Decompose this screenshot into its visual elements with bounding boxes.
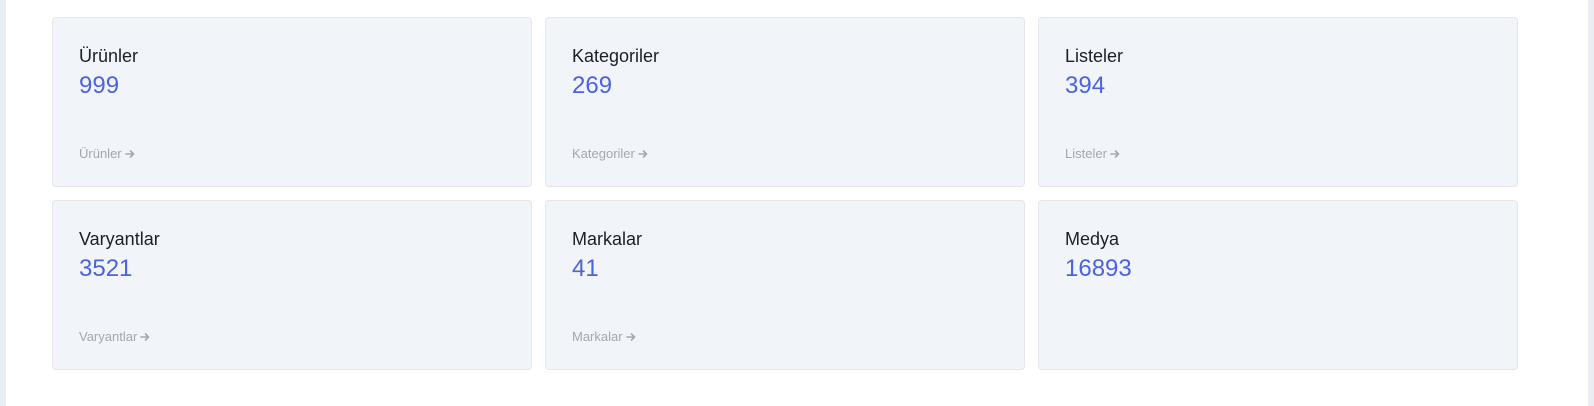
lists-link[interactable]: Listeler — [1065, 146, 1120, 161]
card-title: Ürünler — [79, 46, 139, 66]
dashboard-panel: Ürünler 999 Ürünler Kategoriler 269 Kate… — [6, 0, 1588, 406]
arrow-right-icon — [124, 149, 134, 158]
stat-card-brands: Markalar 41 Markalar — [545, 200, 1025, 370]
card-title: Varyantlar — [79, 229, 160, 249]
arrow-right-icon — [625, 332, 635, 341]
link-label: Markalar — [572, 329, 623, 344]
arrow-right-icon — [140, 332, 150, 341]
stat-card-variants: Varyantlar 3521 Varyantlar — [52, 200, 532, 370]
brands-link[interactable]: Markalar — [572, 329, 636, 344]
arrow-right-icon — [638, 149, 648, 158]
card-count: 16893 — [1065, 255, 1132, 282]
stat-card-lists: Listeler 394 Listeler — [1038, 17, 1518, 187]
stats-grid: Ürünler 999 Ürünler Kategoriler 269 Kate… — [52, 17, 1518, 370]
card-count: 269 — [572, 72, 613, 99]
link-label: Kategoriler — [572, 146, 635, 161]
products-link[interactable]: Ürünler — [79, 146, 135, 161]
card-title: Listeler — [1065, 46, 1124, 66]
stat-card-products: Ürünler 999 Ürünler — [52, 17, 532, 187]
stat-card-media: Medya 16893 — [1038, 200, 1518, 370]
card-title: Medya — [1065, 229, 1120, 249]
variants-link[interactable]: Varyantlar — [79, 329, 150, 344]
link-label: Varyantlar — [79, 329, 138, 344]
stat-card-categories: Kategoriler 269 Kategoriler — [545, 17, 1025, 187]
arrow-right-icon — [1110, 149, 1120, 158]
card-title: Kategoriler — [572, 46, 660, 66]
card-count: 394 — [1065, 72, 1106, 99]
link-label: Listeler — [1065, 146, 1107, 161]
link-label: Ürünler — [79, 146, 122, 161]
card-title: Markalar — [572, 229, 643, 249]
categories-link[interactable]: Kategoriler — [572, 146, 648, 161]
card-count: 41 — [572, 255, 599, 282]
card-count: 999 — [79, 72, 120, 99]
card-count: 3521 — [79, 255, 133, 282]
